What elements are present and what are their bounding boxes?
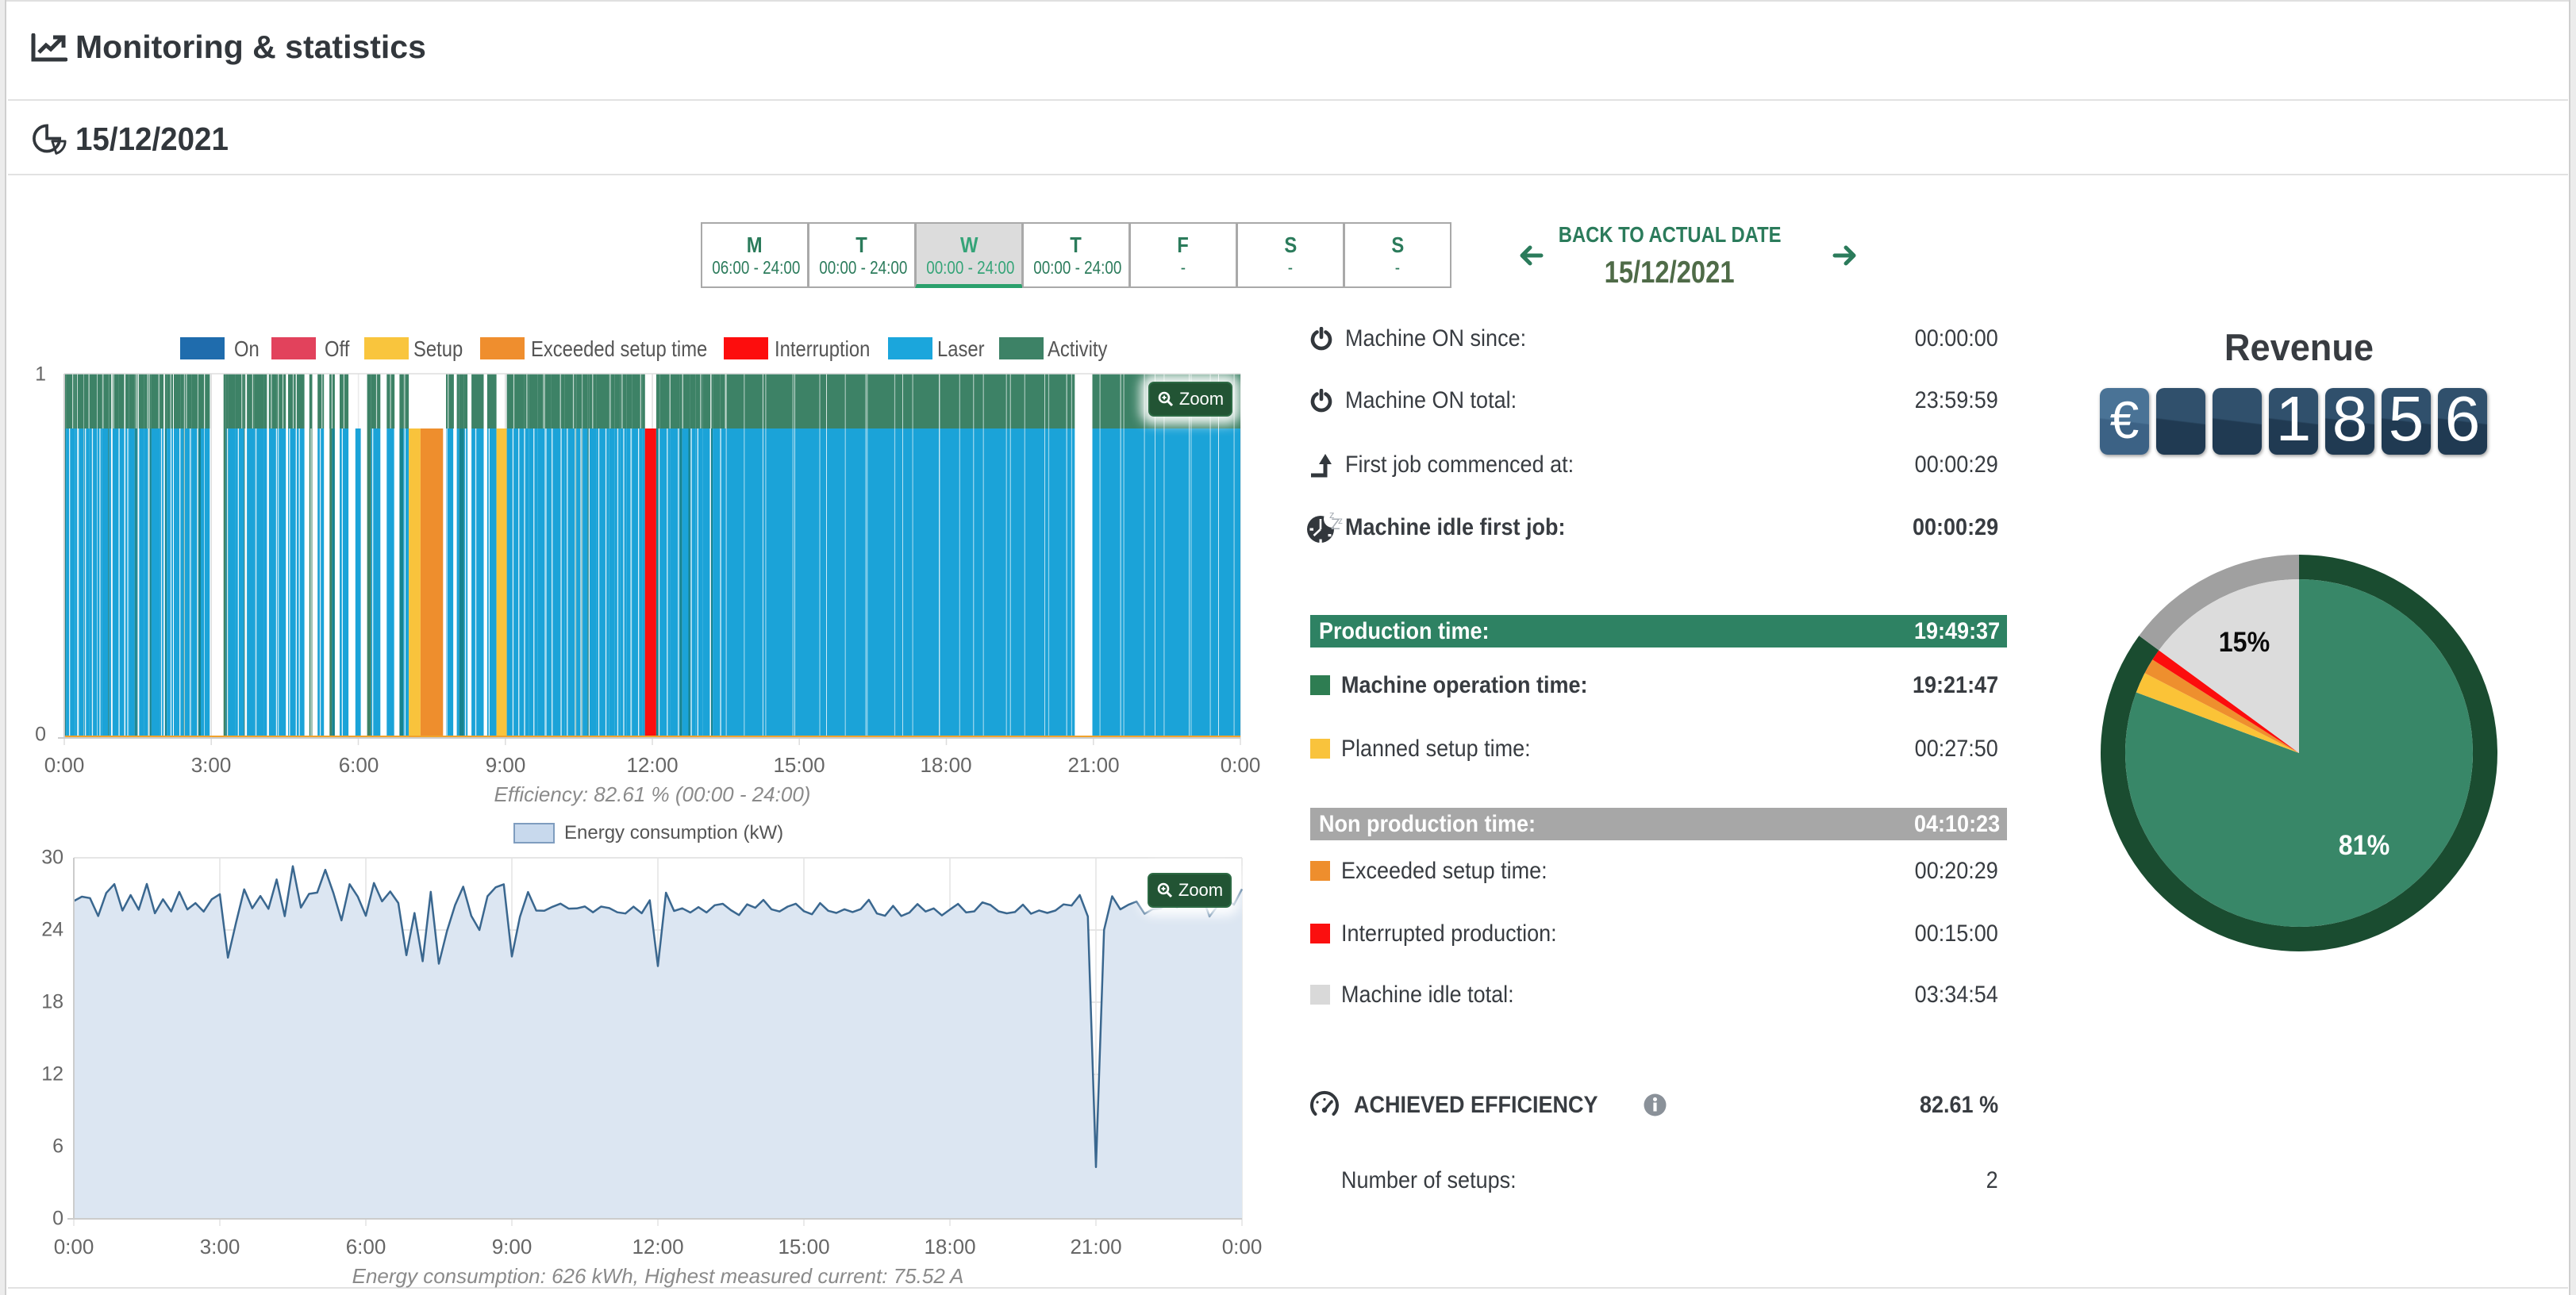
svg-text:z: z [1338, 515, 1343, 526]
